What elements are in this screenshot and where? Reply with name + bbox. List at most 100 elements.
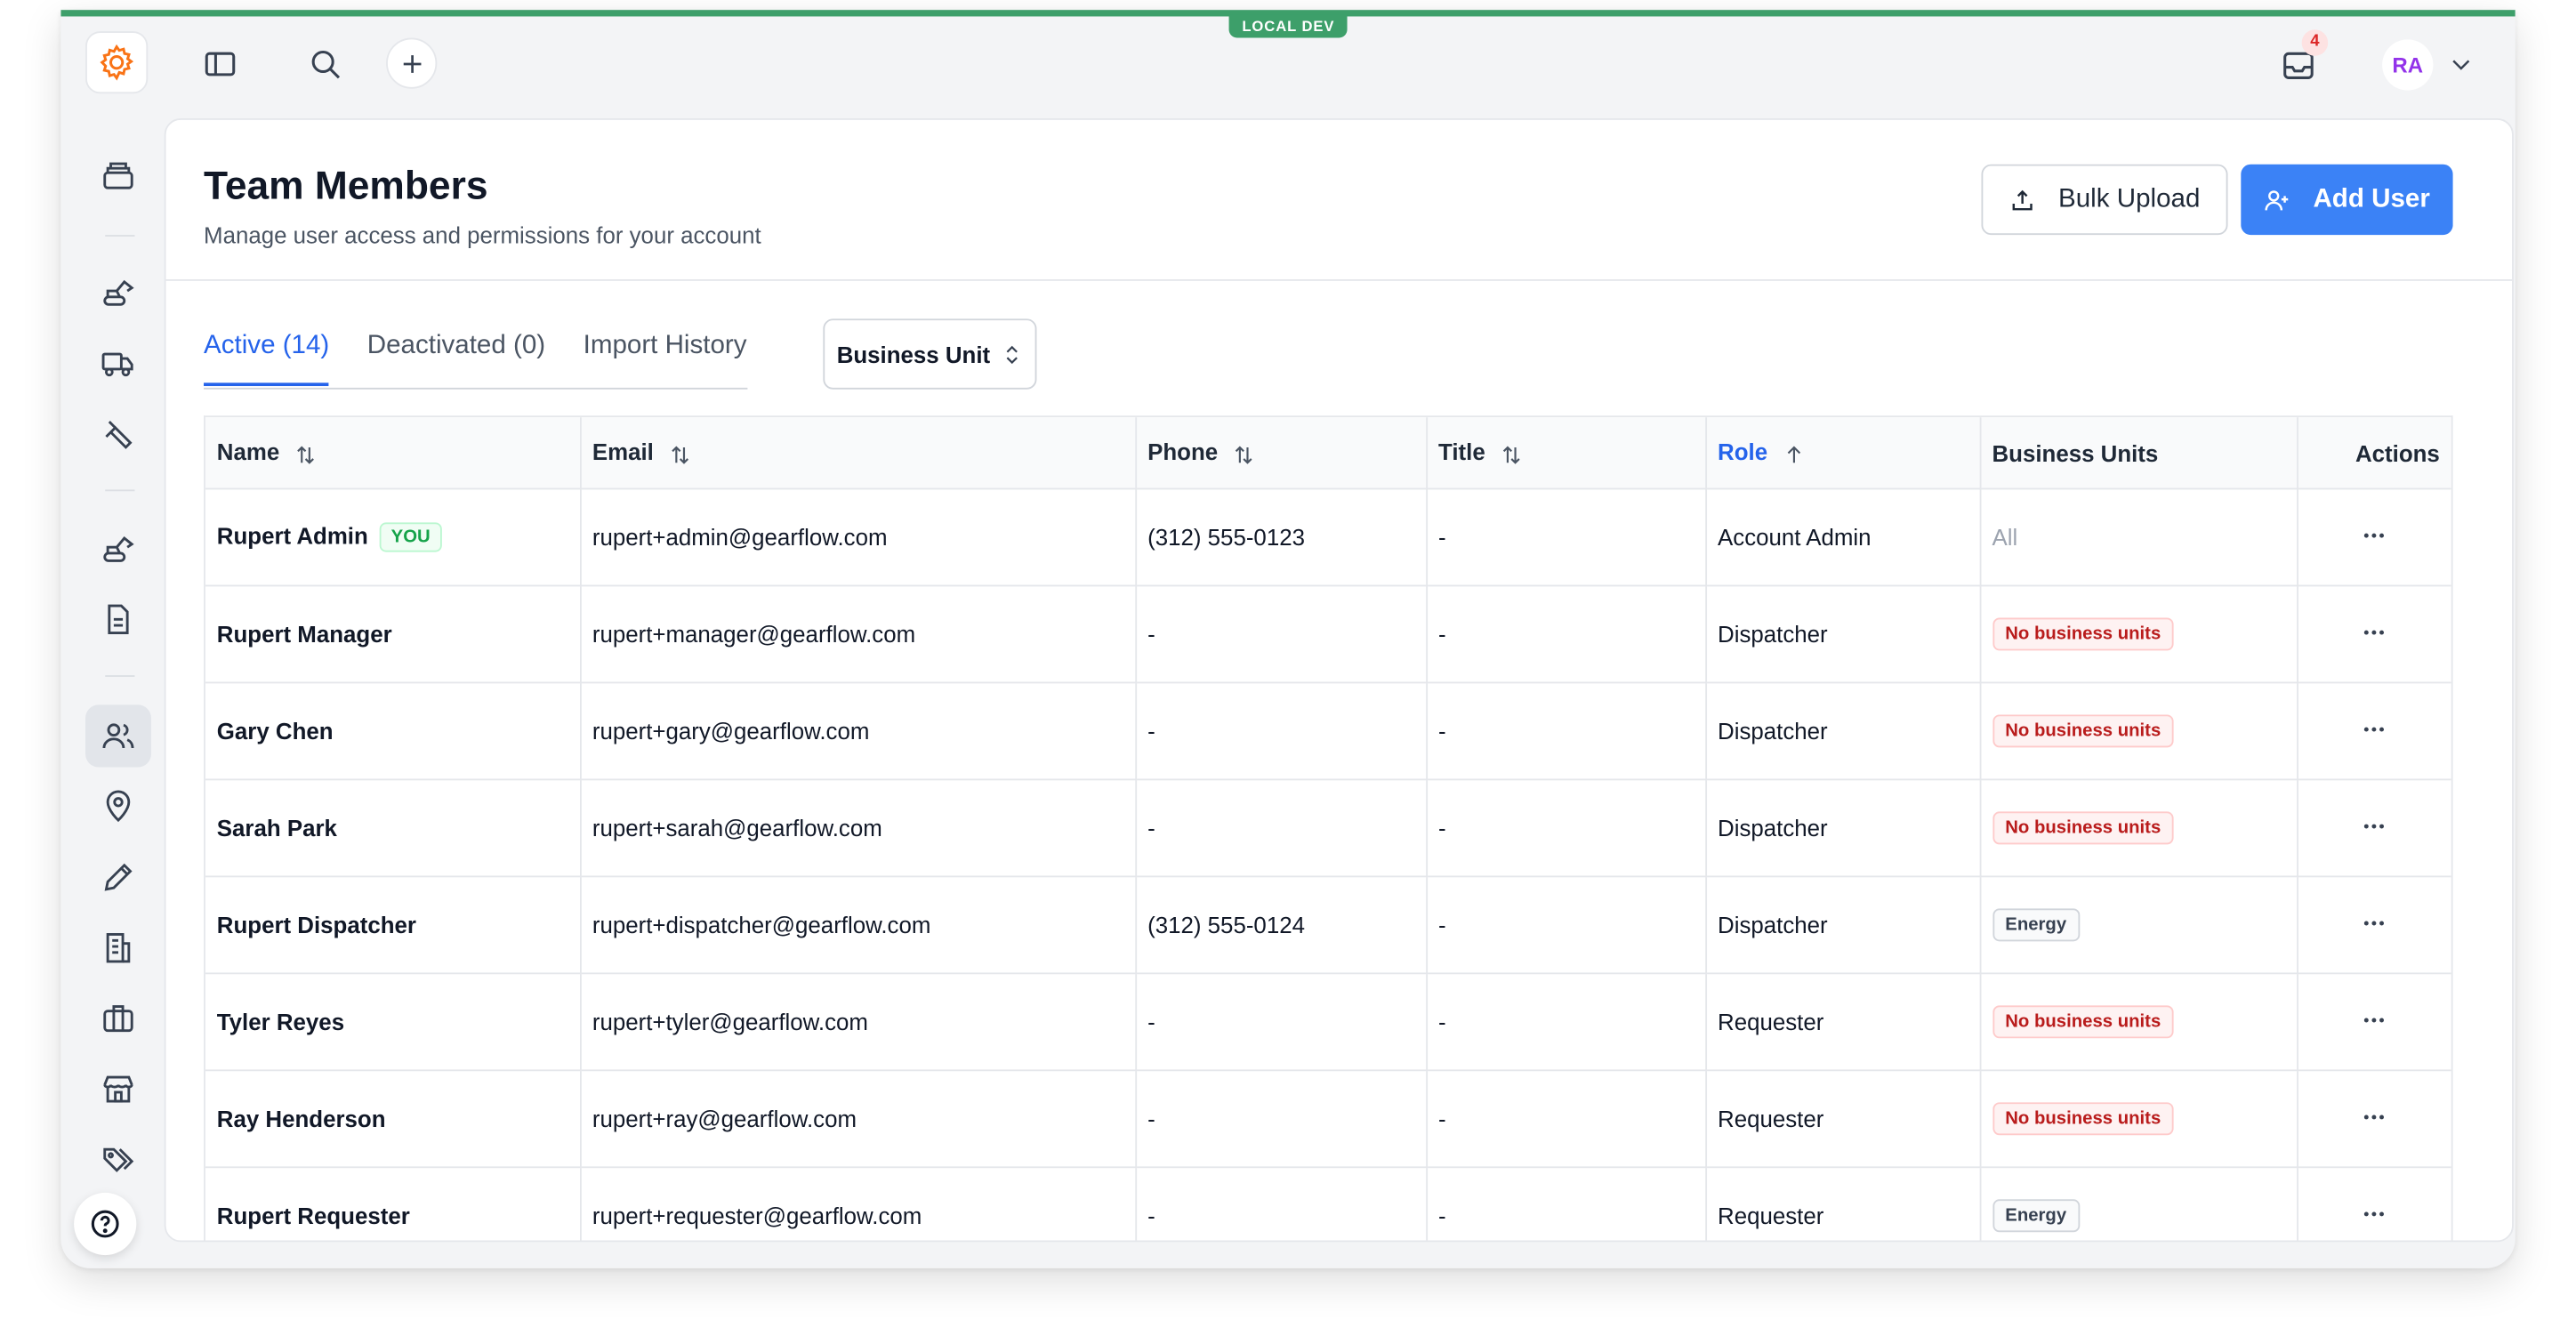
cell-name: Ray Henderson	[205, 1070, 581, 1169]
column-header-actions: Actions	[2297, 417, 2451, 490]
sidebar-item-fleet[interactable]	[85, 332, 151, 394]
sidebar-item-reports[interactable]	[85, 917, 151, 979]
search-icon[interactable]	[302, 41, 349, 87]
cell-business-units: No business units	[1979, 585, 2298, 684]
cell-email: rupert+admin@gearflow.com	[579, 488, 1137, 587]
cell-name: Tyler Reyes	[205, 973, 581, 1072]
user-avatar[interactable]: RA	[2382, 39, 2434, 91]
table-row[interactable]: Rupert Admin YOU rupert+admin@gearflow.com…	[205, 488, 2451, 587]
sidebar-item-parts[interactable]	[85, 403, 151, 465]
excavator-icon	[103, 279, 134, 306]
table-row[interactable]: Rupert Manager rupert+manager@gearflow.co…	[205, 585, 2451, 684]
sidebar-item-documents[interactable]	[85, 588, 151, 650]
cell-business-units: No business units	[1979, 1070, 2298, 1169]
column-header-phone[interactable]: Phone	[1135, 417, 1428, 490]
user-name: Rupert Admin	[216, 522, 368, 549]
cell-phone: -	[1135, 779, 1428, 878]
cell-email: rupert+dispatcher@gearflow.com	[579, 876, 1137, 975]
app-window: LOCAL DEV 4 RA Team Members Manage user …	[60, 10, 2516, 1268]
sidebar-item-equipment[interactable]	[85, 262, 151, 324]
row-actions-button[interactable]	[2297, 1167, 2451, 1241]
cell-name: Sarah Park	[205, 779, 581, 878]
cell-email: rupert+sarah@gearflow.com	[579, 779, 1137, 878]
table-header-row: Name Email Phone Title Role Business Uni…	[205, 417, 2451, 490]
sort-icon	[672, 445, 688, 464]
building-icon	[106, 933, 131, 963]
bulk-upload-button[interactable]: Bulk Upload	[1981, 164, 2228, 236]
add-user-label: Add User	[2313, 184, 2430, 213]
column-header-name[interactable]: Name	[205, 417, 581, 490]
cell-title: -	[1426, 876, 1707, 975]
cell-role: Dispatcher	[1705, 876, 1981, 975]
tab-active[interactable]: Active (14)	[204, 322, 330, 387]
row-actions-button[interactable]	[2297, 779, 2451, 878]
storefront-icon	[103, 1075, 133, 1103]
sidebar-divider	[105, 489, 135, 492]
sidebar-item-machines[interactable]	[85, 518, 151, 580]
you-badge: YOU	[379, 522, 442, 552]
excavator-icon	[103, 536, 134, 562]
table-row[interactable]: Sarah Park rupert+sarah@gearflow.com - - Dis…	[205, 779, 2451, 878]
table-row[interactable]: Rupert Requester rupert+requester@gearflo…	[205, 1167, 2451, 1241]
row-actions-button[interactable]	[2297, 876, 2451, 975]
table-row[interactable]: Rupert Dispatcher rupert+dispatcher@gearf…	[205, 876, 2451, 975]
app-logo[interactable]	[85, 31, 149, 94]
bulk-upload-label: Bulk Upload	[2058, 184, 2201, 213]
more-horizontal-icon	[2364, 823, 2385, 828]
sidebar-item-locations[interactable]	[85, 776, 151, 838]
sidebar-toggle-icon[interactable]	[197, 41, 244, 87]
cell-business-units: No business units	[1979, 973, 2298, 1072]
help-button[interactable]	[74, 1192, 137, 1256]
document-icon	[108, 604, 129, 634]
sidebar-item-team[interactable]	[85, 704, 151, 768]
cell-phone: -	[1135, 1167, 1428, 1241]
row-actions-button[interactable]	[2297, 488, 2451, 587]
cell-email: rupert+ray@gearflow.com	[579, 1070, 1137, 1169]
cell-name: Rupert Manager	[205, 585, 581, 684]
wrench-tag-icon	[105, 421, 133, 449]
table-row[interactable]: Tyler Reyes rupert+tyler@gearflow.com - - Re…	[205, 973, 2451, 1072]
cell-email: rupert+gary@gearflow.com	[579, 682, 1137, 781]
table-row[interactable]: Ray Henderson rupert+ray@gearflow.com - - Re…	[205, 1070, 2451, 1169]
cell-title: -	[1426, 973, 1707, 1072]
chevron-down-icon[interactable]	[2446, 49, 2475, 78]
row-actions-button[interactable]	[2297, 973, 2451, 1072]
no-business-units-badge: No business units	[1992, 1102, 2175, 1136]
sidebar-item-store[interactable]	[85, 1058, 151, 1120]
column-header-email[interactable]: Email	[579, 417, 1137, 490]
sidebar-item-vendors[interactable]	[85, 987, 151, 1050]
more-horizontal-icon	[2364, 1114, 2385, 1119]
sidebar-item-tools[interactable]	[85, 846, 151, 908]
more-horizontal-icon	[2364, 1017, 2385, 1022]
cell-phone: -	[1135, 973, 1428, 1072]
cell-email: rupert+manager@gearflow.com	[579, 585, 1137, 684]
cell-title: -	[1426, 1167, 1707, 1241]
status-tabs: Active (14) Deactivated (0) Import Histo…	[204, 322, 747, 390]
business-unit-filter[interactable]: Business Unit	[823, 318, 1037, 390]
tab-import-history[interactable]: Import History	[584, 322, 747, 386]
cell-email: rupert+tyler@gearflow.com	[579, 973, 1137, 1072]
tab-deactivated[interactable]: Deactivated (0)	[367, 322, 545, 386]
cell-business-units: No business units	[1979, 779, 2298, 878]
business-unit-tag: Energy	[1992, 908, 2080, 942]
cell-role: Requester	[1705, 1167, 1981, 1241]
table-row[interactable]: Gary Chen rupert+gary@gearflow.com - - Dispa…	[205, 682, 2451, 781]
question-icon	[91, 1210, 119, 1238]
more-horizontal-icon	[2364, 629, 2385, 634]
box-stack-icon	[103, 162, 133, 189]
sort-icon	[297, 445, 315, 464]
sidebar-item-tags[interactable]	[85, 1129, 151, 1191]
more-horizontal-icon	[2364, 920, 2385, 925]
column-header-title[interactable]: Title	[1426, 417, 1707, 490]
sidebar-item-inventory[interactable]	[85, 145, 151, 207]
row-actions-button[interactable]	[2297, 1070, 2451, 1169]
users-icon	[102, 723, 134, 749]
row-actions-button[interactable]	[2297, 682, 2451, 781]
pencil-icon	[104, 863, 133, 891]
user-name: Rupert Requester	[216, 1203, 410, 1229]
add-user-button[interactable]: Add User	[2241, 164, 2453, 236]
column-header-role[interactable]: Role	[1705, 417, 1981, 490]
cell-phone: (312) 555-0123	[1135, 488, 1428, 587]
row-actions-button[interactable]	[2297, 585, 2451, 684]
create-button[interactable]	[386, 37, 438, 89]
